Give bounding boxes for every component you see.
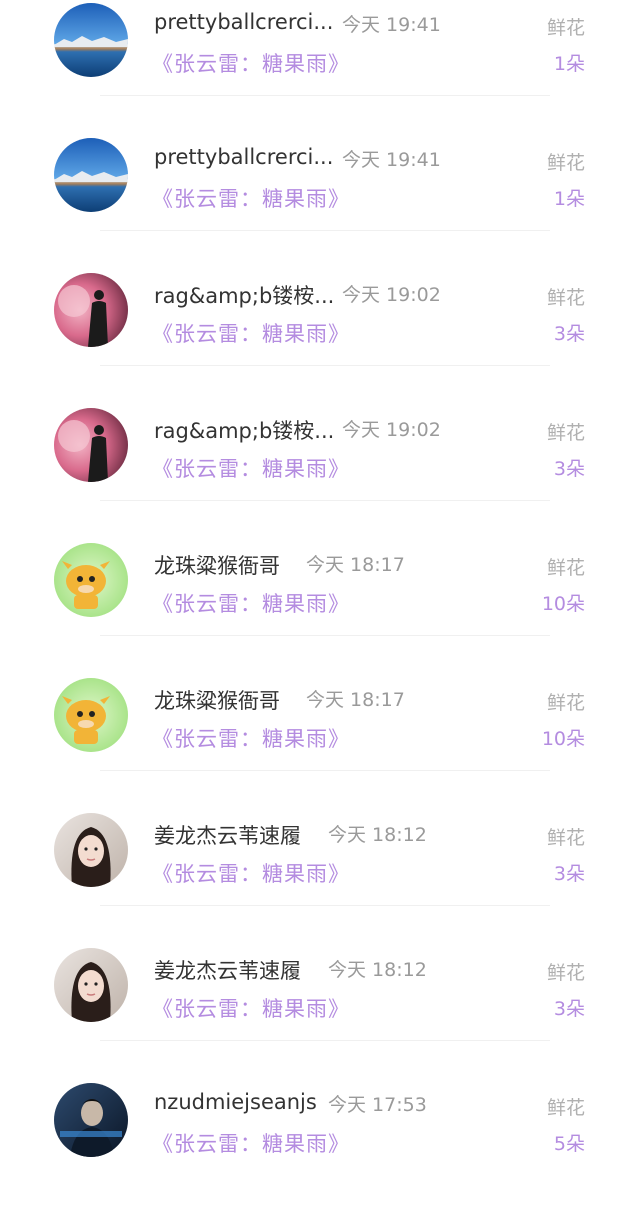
divider xyxy=(100,95,550,96)
song-title[interactable]: 《张云雷：糖果雨》 xyxy=(152,318,350,348)
list-item[interactable]: prettyballcrerci... 今天 19:41 《张云雷：糖果雨》 鲜… xyxy=(0,0,640,135)
user-name: 龙珠粱猴衙哥 xyxy=(154,689,280,713)
avatar[interactable] xyxy=(54,1083,128,1157)
gift-count: 3朵 xyxy=(553,323,585,345)
smoke-silhouette-photo-icon xyxy=(54,273,128,347)
song-title[interactable]: 《张云雷：糖果雨》 xyxy=(152,453,350,483)
timestamp: 今天 19:02 xyxy=(342,284,441,306)
divider xyxy=(100,1040,550,1041)
list-item[interactable]: 龙珠粱猴衙哥 今天 18:17 《张云雷：糖果雨》 鲜花 10朵 xyxy=(0,675,640,810)
gift-count: 3朵 xyxy=(553,998,585,1020)
timestamp: 今天 18:12 xyxy=(328,824,427,846)
song-title[interactable]: 《张云雷：糖果雨》 xyxy=(152,858,350,888)
list-item[interactable]: prettyballcrerci... 今天 19:41 《张云雷：糖果雨》 鲜… xyxy=(0,135,640,270)
song-title[interactable]: 《张云雷：糖果雨》 xyxy=(152,48,350,78)
gift-count: 1朵 xyxy=(553,188,585,210)
user-name: 龙珠粱猴衙哥 xyxy=(154,554,280,578)
gift-count: 10朵 xyxy=(541,593,585,615)
girl-portrait-icon xyxy=(54,813,128,887)
gift-type-label: 鲜花 xyxy=(546,962,585,984)
smoke-silhouette-photo-icon xyxy=(54,408,128,482)
cartoon-cow-icon xyxy=(54,543,128,617)
cartoon-cow-icon xyxy=(54,678,128,752)
dark-portrait-icon xyxy=(54,1083,128,1157)
list-item[interactable]: 姜龙杰云苇速履 今天 18:12 《张云雷：糖果雨》 鲜花 3朵 xyxy=(0,810,640,945)
divider xyxy=(100,770,550,771)
user-name: rag&amp;b镂桉... xyxy=(154,284,335,308)
timestamp: 今天 19:41 xyxy=(342,14,441,36)
user-name: rag&amp;b镂桉... xyxy=(154,419,335,443)
user-name: prettyballcrerci... xyxy=(154,145,334,169)
gift-type-label: 鲜花 xyxy=(546,827,585,849)
list-item[interactable]: 龙珠粱猴衙哥 今天 18:17 《张云雷：糖果雨》 鲜花 10朵 xyxy=(0,540,640,675)
user-name: prettyballcrerci... xyxy=(154,10,334,34)
gift-type-label: 鲜花 xyxy=(546,422,585,444)
gift-count: 1朵 xyxy=(553,53,585,75)
gift-type-label: 鲜花 xyxy=(546,287,585,309)
timestamp: 今天 18:17 xyxy=(306,689,405,711)
gift-type-label: 鲜花 xyxy=(546,1097,585,1119)
lake-mountain-photo-icon xyxy=(54,3,128,77)
gift-count: 3朵 xyxy=(553,863,585,885)
song-title[interactable]: 《张云雷：糖果雨》 xyxy=(152,723,350,753)
user-name: nzudmiejseanjs xyxy=(154,1090,317,1114)
gift-count: 5朵 xyxy=(553,1133,585,1155)
gift-count: 3朵 xyxy=(553,458,585,480)
list-item[interactable]: rag&amp;b镂桉... 今天 19:02 《张云雷：糖果雨》 鲜花 3朵 xyxy=(0,405,640,540)
avatar[interactable] xyxy=(54,813,128,887)
avatar[interactable] xyxy=(54,3,128,77)
gift-type-label: 鲜花 xyxy=(546,152,585,174)
avatar[interactable] xyxy=(54,273,128,347)
avatar[interactable] xyxy=(54,948,128,1022)
song-title[interactable]: 《张云雷：糖果雨》 xyxy=(152,588,350,618)
timestamp: 今天 19:41 xyxy=(342,149,441,171)
divider xyxy=(100,365,550,366)
divider xyxy=(100,635,550,636)
gift-type-label: 鲜花 xyxy=(546,557,585,579)
list-item[interactable]: 姜龙杰云苇速履 今天 18:12 《张云雷：糖果雨》 鲜花 3朵 xyxy=(0,945,640,1080)
timestamp: 今天 19:02 xyxy=(342,419,441,441)
divider xyxy=(100,500,550,501)
avatar[interactable] xyxy=(54,408,128,482)
gift-count: 10朵 xyxy=(541,728,585,750)
song-title[interactable]: 《张云雷：糖果雨》 xyxy=(152,993,350,1023)
timestamp: 今天 17:53 xyxy=(328,1094,427,1116)
song-title[interactable]: 《张云雷：糖果雨》 xyxy=(152,1128,350,1158)
gift-type-label: 鲜花 xyxy=(546,692,585,714)
avatar[interactable] xyxy=(54,678,128,752)
divider xyxy=(100,230,550,231)
divider xyxy=(100,905,550,906)
list-item[interactable]: nzudmiejseanjs 今天 17:53 《张云雷：糖果雨》 鲜花 5朵 xyxy=(0,1080,640,1215)
user-name: 姜龙杰云苇速履 xyxy=(154,959,301,983)
timestamp: 今天 18:17 xyxy=(306,554,405,576)
gift-type-label: 鲜花 xyxy=(546,17,585,39)
timestamp: 今天 18:12 xyxy=(328,959,427,981)
list-item[interactable]: rag&amp;b镂桉... 今天 19:02 《张云雷：糖果雨》 鲜花 3朵 xyxy=(0,270,640,405)
lake-mountain-photo-icon xyxy=(54,138,128,212)
user-name: 姜龙杰云苇速履 xyxy=(154,824,301,848)
girl-portrait-icon xyxy=(54,948,128,1022)
avatar[interactable] xyxy=(54,543,128,617)
avatar[interactable] xyxy=(54,138,128,212)
song-title[interactable]: 《张云雷：糖果雨》 xyxy=(152,183,350,213)
